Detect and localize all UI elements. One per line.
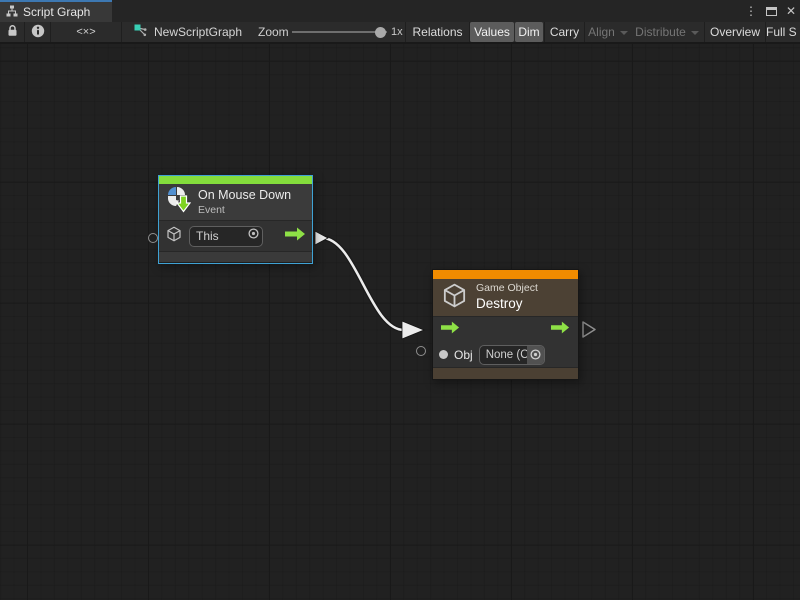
node-on-mouse-down[interactable]: On Mouse Down Event This — [158, 175, 313, 264]
node-subtitle: Event — [198, 204, 291, 217]
toolbar-button-align[interactable]: Align — [585, 22, 631, 42]
game-object-cube-icon — [165, 225, 183, 248]
connection-wire — [322, 238, 404, 330]
input-port-label: Obj — [454, 348, 473, 362]
object-picker-icon[interactable] — [247, 227, 260, 245]
toolbar-button-overview[interactable]: Overview — [705, 22, 765, 42]
node-title: On Mouse Down — [198, 188, 291, 204]
trigger-input-arrow-icon[interactable] — [441, 321, 460, 339]
value-input-port[interactable] — [439, 350, 448, 359]
node-title: Destroy — [476, 295, 538, 313]
node-header[interactable]: Game Object Destroy — [433, 279, 578, 317]
obj-field-value: None (O — [486, 349, 527, 361]
connection-start-cap — [315, 231, 328, 245]
close-icon[interactable]: ✕ — [786, 5, 796, 17]
graph-asset-button[interactable]: NewScriptGraph — [134, 22, 242, 42]
trigger-output-arrow-icon[interactable] — [285, 227, 306, 246]
tab-title: Script Graph — [23, 5, 90, 19]
tab-bar: Script Graph ⋮ ✕ — [0, 0, 800, 22]
object-picker-icon[interactable] — [527, 346, 544, 364]
tab-script-graph[interactable]: Script Graph — [0, 0, 112, 22]
node-footer — [433, 367, 578, 379]
node-trigger-row — [433, 317, 578, 342]
node-obj-row: Obj None (O — [433, 342, 578, 367]
info-icon — [31, 24, 45, 41]
node-port-row: This — [159, 221, 312, 251]
toolbar-button-values[interactable]: Values — [470, 22, 514, 42]
connection-arrowhead-icon — [402, 321, 424, 339]
target-field-value: This — [196, 229, 247, 243]
node-header[interactable]: On Mouse Down Event — [159, 184, 312, 221]
menu-icon[interactable]: ⋮ — [745, 5, 757, 17]
output-trigger-port-outer-icon — [583, 322, 595, 337]
node-destroy[interactable]: Game Object Destroy Obj None (O — [432, 269, 579, 380]
script-graph-window: Script Graph ⋮ ✕ — [0, 0, 800, 600]
zoom-slider-handle[interactable] — [375, 27, 386, 38]
graph-hierarchy-icon — [6, 5, 18, 20]
graph-canvas[interactable]: On Mouse Down Event This — [0, 42, 800, 600]
node-accent-strip — [159, 176, 312, 184]
dropdown-arrow-icon — [691, 31, 699, 35]
node-accent-strip — [433, 270, 578, 279]
game-object-cube-icon — [440, 281, 469, 315]
mouse-down-icon — [166, 186, 191, 218]
info-button[interactable] — [25, 22, 50, 42]
target-input-port-outer[interactable] — [148, 233, 158, 243]
code-view-button[interactable]: <×> — [51, 22, 121, 42]
toolbar-button-dim[interactable]: Dim — [515, 22, 543, 42]
lock-icon — [7, 24, 18, 40]
obj-input-port-outer[interactable] — [416, 346, 426, 356]
toolbar-button-relations[interactable]: Relations — [406, 22, 469, 42]
trigger-output-arrow-icon[interactable] — [551, 321, 570, 339]
obj-field[interactable]: None (O — [479, 345, 545, 365]
graph-name-label: NewScriptGraph — [154, 25, 242, 39]
node-footer — [159, 251, 312, 262]
lock-button[interactable] — [0, 22, 24, 42]
connection-layer — [0, 44, 800, 600]
maximize-icon[interactable] — [766, 7, 777, 16]
node-category: Game Object — [476, 282, 538, 295]
toolbar-button-carry[interactable]: Carry — [545, 22, 584, 42]
zoom-value-label: 1x — [391, 22, 403, 42]
toolbar-button-distribute[interactable]: Distribute — [632, 22, 702, 42]
toolbar-button-fullscreen[interactable]: Full S — [766, 22, 800, 42]
window-controls: ⋮ ✕ — [745, 0, 798, 22]
dropdown-arrow-icon — [620, 31, 628, 35]
script-graph-asset-icon — [134, 24, 148, 41]
zoom-label: Zoom — [258, 22, 289, 42]
zoom-slider[interactable] — [292, 31, 387, 33]
target-field[interactable]: This — [189, 226, 263, 247]
graph-toolbar: <×> NewScriptGraph Zoom 1x Relations Val… — [0, 22, 800, 42]
